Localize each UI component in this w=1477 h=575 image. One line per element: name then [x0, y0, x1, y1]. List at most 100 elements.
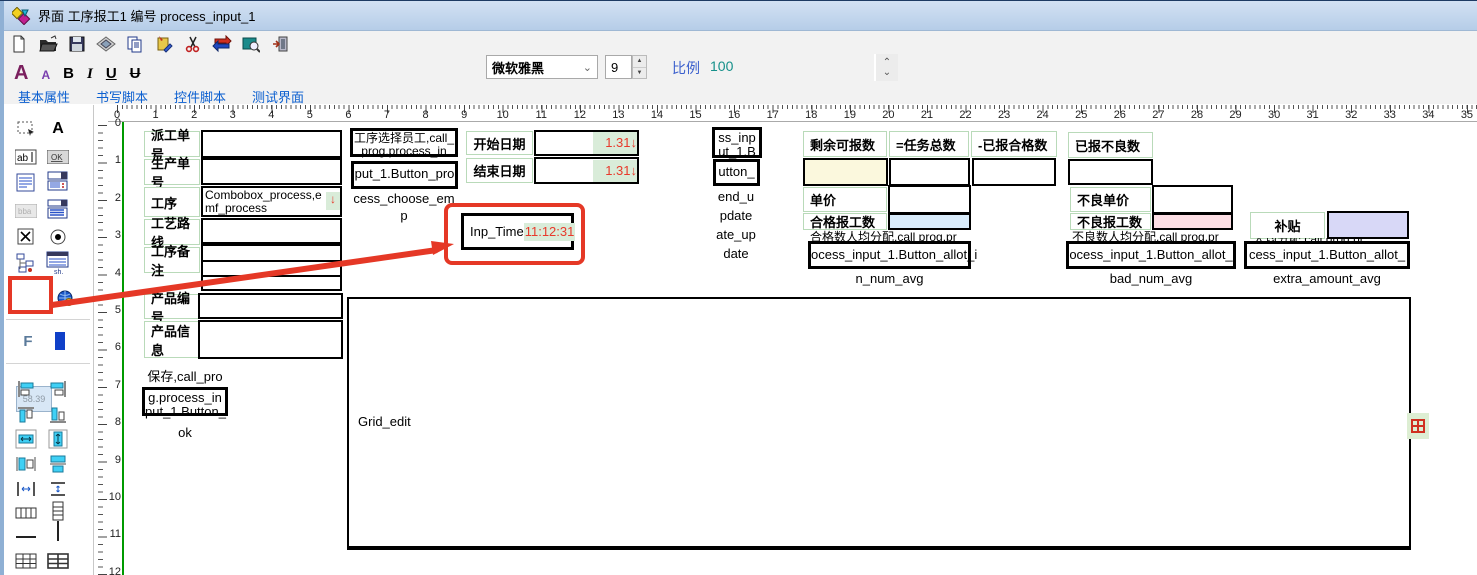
font-size-value: 9	[611, 60, 618, 75]
columns-icon[interactable]	[14, 501, 38, 525]
tab-write-script[interactable]: 书写脚本	[96, 87, 148, 106]
hruler-number: 15	[686, 109, 706, 121]
chevron-down-icon: ⌄	[583, 61, 592, 74]
svg-text:bba: bba	[18, 207, 32, 216]
tab-basic-properties[interactable]: 基本属性	[18, 87, 70, 106]
product-no-input[interactable]	[198, 293, 343, 319]
swap-arrows-icon[interactable]	[211, 33, 233, 55]
spin-up-icon[interactable]: ▲	[633, 56, 646, 68]
production-no-input[interactable]	[201, 158, 342, 185]
font-size-input[interactable]: 9	[605, 55, 632, 79]
color-tool-icon[interactable]	[48, 329, 72, 353]
grid-size-handle-icon[interactable]	[1407, 413, 1429, 439]
combobox-tool-icon[interactable]	[46, 169, 70, 193]
tab-test-ui[interactable]: 测试界面	[252, 87, 304, 106]
same-width-icon[interactable]	[14, 452, 38, 476]
bad-price-input[interactable]	[1152, 185, 1233, 214]
product-info-input[interactable]	[198, 320, 343, 359]
textbox-tool-icon[interactable]: ab	[14, 145, 38, 169]
field-label-product-info: 产品信息	[144, 321, 200, 358]
checkbox-tool-icon[interactable]	[14, 225, 38, 249]
disabled-text-tool-icon[interactable]: bba	[14, 199, 38, 223]
preview-icon[interactable]	[95, 33, 117, 55]
radio-tool-icon[interactable]	[46, 225, 70, 249]
font-size-stepper[interactable]: ▲▼	[632, 55, 647, 79]
space-horizontal-icon[interactable]	[14, 477, 38, 501]
process-note-textarea[interactable]	[201, 244, 342, 291]
reported-bad-input[interactable]	[1068, 159, 1153, 185]
open-icon[interactable]	[37, 33, 59, 55]
align-bottom-icon[interactable]	[46, 403, 70, 427]
start-date-value: 1.31↓	[593, 132, 637, 154]
field-label-production-no: 生产单号	[144, 159, 200, 185]
bad-avg-caption: bad_num_avg	[1066, 271, 1236, 286]
good-avg-button[interactable]: ocess_input_1.Button_allot_i	[808, 241, 971, 269]
table2-tool-icon[interactable]	[46, 549, 70, 573]
view-icon[interactable]	[240, 33, 262, 55]
end-update-button-2[interactable]: utton_	[713, 159, 760, 186]
font-small-button[interactable]: A	[41, 67, 50, 83]
combo-dropdown-arrow-icon[interactable]: ↓	[326, 192, 340, 210]
exit-icon[interactable]	[269, 33, 291, 55]
same-height-icon[interactable]	[46, 452, 70, 476]
titlebar[interactable]: 界面 工序报工1 编号 process_input_1	[4, 1, 1477, 31]
save-icon[interactable]	[66, 33, 88, 55]
remaining-qty-input[interactable]	[803, 158, 888, 186]
dispatch-no-input[interactable]	[201, 130, 342, 158]
grid-edit-control[interactable]: Grid_edit	[347, 297, 1411, 550]
hruler-number: 28	[1187, 109, 1207, 121]
font-family-select[interactable]: 微软雅黑 ⌄	[486, 55, 598, 79]
process-combobox[interactable]: Combobox_process,emf_process ↓	[201, 186, 342, 217]
refresh-globe-icon[interactable]	[54, 287, 78, 311]
align-right-icon[interactable]	[46, 377, 70, 401]
hruler-number: 16	[724, 109, 744, 121]
paste-icon[interactable]	[153, 33, 175, 55]
tab-control-script[interactable]: 控件脚本	[174, 87, 226, 106]
task-total-input[interactable]	[889, 158, 970, 186]
toolbox-panel: A ab OK bba sh. 58.39 F	[4, 105, 94, 575]
reported-good-input[interactable]	[972, 158, 1056, 186]
choose-emp-button-2[interactable]: put_1.Button_pro	[351, 161, 458, 189]
hruler-number: 7	[377, 109, 397, 121]
textarea-line	[203, 260, 340, 262]
start-date-input[interactable]: 1.31↓	[534, 130, 639, 156]
copy-icon[interactable]	[124, 33, 146, 55]
label-tool-icon[interactable]: A	[46, 117, 70, 141]
reported-bad-header: 已报不良数	[1068, 132, 1153, 158]
underline-button[interactable]: U	[106, 65, 117, 83]
listbox-tool-icon[interactable]	[46, 197, 70, 221]
center-horizontal-icon[interactable]	[14, 427, 38, 451]
scale-stepper[interactable]: ⌃⌄	[874, 54, 898, 81]
save-button[interactable]: g.process_in put_1.Button_	[142, 387, 228, 416]
font-color-button[interactable]: A	[14, 63, 28, 83]
horizontal-line-icon[interactable]	[14, 525, 38, 549]
marquee-select-icon[interactable]	[14, 117, 38, 141]
align-left-icon[interactable]	[14, 377, 38, 401]
tree-tool-icon[interactable]	[14, 251, 38, 275]
subsidy-input[interactable]	[1327, 211, 1409, 239]
table-tool-icon[interactable]	[14, 549, 38, 573]
center-vertical-icon[interactable]	[46, 427, 70, 451]
italic-button[interactable]: I	[87, 65, 93, 83]
memo-tool-icon[interactable]	[14, 171, 38, 195]
route-input[interactable]	[201, 218, 342, 244]
space-vertical-icon[interactable]	[46, 477, 70, 501]
datagrid-tool-icon[interactable]: sh.	[46, 251, 70, 275]
bad-avg-button[interactable]: ocess_input_1.Button_allot_	[1066, 241, 1236, 269]
new-icon[interactable]	[8, 33, 30, 55]
hruler-number: 23	[994, 109, 1014, 121]
choose-emp-button[interactable]: 工序选择员工,call_ prog.process_in	[350, 128, 458, 157]
extra-avg-button[interactable]: cess_input_1.Button_allot_	[1244, 241, 1410, 269]
vertical-line-icon[interactable]	[46, 519, 70, 543]
end-update-button[interactable]: ss_inp ut_1.B	[712, 127, 762, 158]
font-tool-icon[interactable]: F	[16, 329, 40, 353]
button-tool-icon[interactable]: OK	[46, 145, 70, 169]
cut-icon[interactable]	[182, 33, 204, 55]
bold-button[interactable]: B	[63, 65, 74, 83]
strikethrough-button[interactable]: U	[130, 65, 141, 83]
end-date-input[interactable]: 1.31↓	[534, 157, 639, 184]
ruler-horizontal: 0123456789101112131415161718192021222324…	[108, 105, 1477, 122]
spin-down-icon[interactable]: ▼	[633, 68, 646, 79]
align-top-icon[interactable]	[14, 403, 38, 427]
unit-price-input[interactable]	[888, 185, 971, 214]
